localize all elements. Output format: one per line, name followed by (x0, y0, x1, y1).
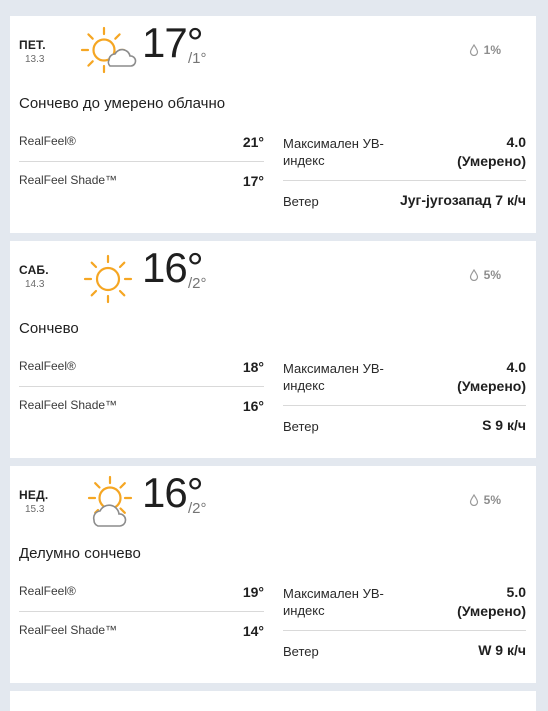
uv-index-value: 4.0 (Умерено) (457, 358, 526, 396)
low-temperature: /2° (188, 500, 207, 517)
realfeel-label: RealFeel® (19, 584, 76, 598)
precipitation: 5% (469, 493, 501, 507)
weather-phrase: Сончево (19, 320, 79, 337)
uv-number: 4.0 (506, 134, 526, 150)
uv-description: (Умерено) (457, 378, 526, 394)
realfeel-shade-label: RealFeel Shade™ (19, 623, 118, 637)
uv-index-value: 4.0 (Умерено) (457, 133, 526, 171)
wind-value: Југ-југозапад 7 к/ч (399, 192, 526, 208)
realfeel-row: RealFeel® 19° (19, 584, 264, 612)
realfeel-shade-label: RealFeel Shade™ (19, 173, 118, 187)
date-block: САБ. 14.3 (19, 263, 55, 290)
forecast-card-partial[interactable] (10, 691, 536, 711)
realfeel-shade-row: RealFeel Shade™ 17° (19, 173, 264, 203)
uv-description: (Умерено) (457, 603, 526, 619)
realfeel-label: RealFeel® (19, 359, 76, 373)
uv-number: 4.0 (506, 359, 526, 375)
realfeel-shade-value: 17° (242, 173, 264, 189)
realfeel-shade-value: 14° (242, 623, 264, 639)
precipitation: 5% (469, 268, 501, 282)
partly-sunny-icon (87, 475, 133, 527)
uv-number: 5.0 (506, 584, 526, 600)
uv-index-row: Максимален УВ-индекс 4.0 (Умерено) (283, 358, 526, 406)
low-temperature: /1° (188, 50, 207, 67)
uv-index-label: Максимален УВ-индекс (283, 136, 384, 168)
sun-icon (83, 254, 133, 304)
realfeel-row: RealFeel® 21° (19, 134, 264, 162)
realfeel-shade-row: RealFeel Shade™ 16° (19, 398, 264, 428)
wind-label: Ветер (283, 194, 319, 209)
day-date: 14.3 (25, 279, 45, 290)
raindrop-icon (469, 269, 478, 281)
weather-phrase: Сончево до умерено облачно (19, 95, 226, 112)
wind-value: W 9 к/ч (478, 642, 526, 658)
day-of-week: САБ. (19, 263, 49, 277)
precip-value: 5% (483, 493, 501, 507)
realfeel-label: RealFeel® (19, 134, 76, 148)
wind-row: Ветер S 9 к/ч (283, 416, 526, 436)
wind-row: Ветер Југ-југозапад 7 к/ч (283, 191, 526, 211)
uv-index-label: Максимален УВ-индекс (283, 361, 384, 393)
uv-description: (Умерено) (457, 153, 526, 169)
day-of-week: НЕД. (19, 488, 49, 502)
realfeel-value: 18° (242, 359, 264, 375)
uv-index-row: Максимален УВ-индекс 4.0 (Умерено) (283, 133, 526, 181)
wind-label: Ветер (283, 419, 319, 434)
precip-value: 1% (483, 43, 501, 57)
wind-value: S 9 к/ч (482, 417, 526, 433)
precipitation: 1% (469, 43, 501, 57)
wind-label: Ветер (283, 644, 319, 659)
forecast-card[interactable]: САБ. 14.3 16° /2° 5% Сончево RealFeel® 1… (10, 241, 536, 458)
wind-row: Ветер W 9 к/ч (283, 641, 526, 661)
raindrop-icon (469, 44, 478, 56)
sun-cloud-icon (80, 26, 137, 74)
date-block: НЕД. 15.3 (19, 488, 55, 515)
raindrop-icon (469, 494, 478, 506)
day-of-week: ПЕТ. (19, 38, 46, 52)
forecast-card[interactable]: НЕД. 15.3 16° /2° 5% Делумно сончево Rea… (10, 466, 536, 683)
weather-phrase: Делумно сончево (19, 545, 141, 562)
date-block: ПЕТ. 13.3 (19, 38, 55, 65)
uv-index-row: Максимален УВ-индекс 5.0 (Умерено) (283, 583, 526, 631)
precip-value: 5% (483, 268, 501, 282)
realfeel-value: 21° (242, 134, 264, 150)
uv-index-label: Максимален УВ-индекс (283, 586, 384, 618)
forecast-card[interactable]: ПЕТ. 13.3 17° /1° 1% Сончево до умерено … (10, 16, 536, 233)
day-date: 13.3 (25, 54, 45, 65)
uv-index-value: 5.0 (Умерено) (457, 583, 526, 621)
realfeel-value: 19° (242, 584, 264, 600)
day-date: 15.3 (25, 504, 45, 515)
low-temperature: /2° (188, 275, 207, 292)
realfeel-shade-row: RealFeel Shade™ 14° (19, 623, 264, 653)
realfeel-shade-value: 16° (242, 398, 264, 414)
realfeel-row: RealFeel® 18° (19, 359, 264, 387)
realfeel-shade-label: RealFeel Shade™ (19, 398, 118, 412)
